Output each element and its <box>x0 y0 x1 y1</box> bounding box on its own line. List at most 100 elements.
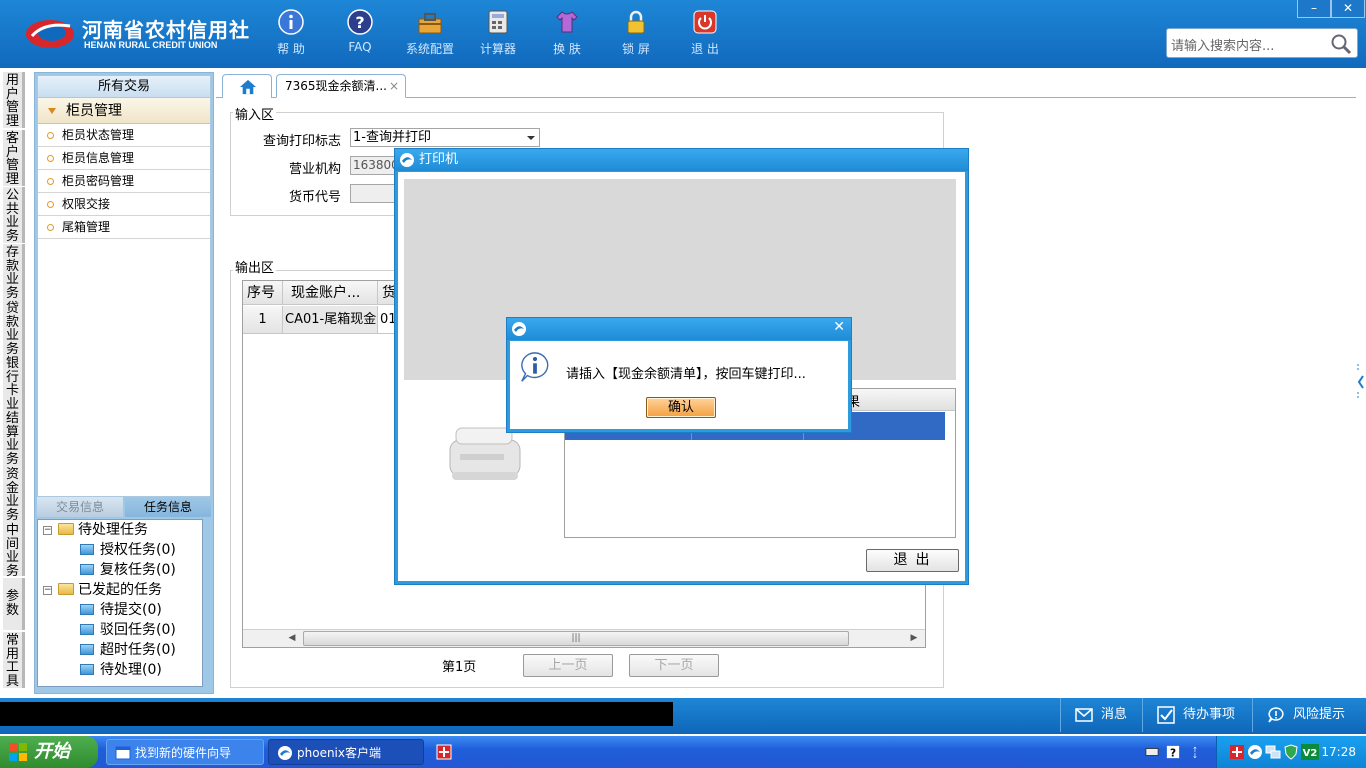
query-print-value: 1-查询并打印 <box>353 130 431 145</box>
currency-field[interactable] <box>350 184 396 203</box>
security-tray-icon[interactable] <box>1229 744 1245 760</box>
menu-item-cashbox[interactable]: 尾箱管理 <box>38 216 210 239</box>
keyboard-icon[interactable] <box>1145 745 1159 759</box>
collapse-icon[interactable]: − <box>43 526 52 535</box>
tree-node-label: 授权任务(0) <box>100 542 176 558</box>
column-header-seq[interactable]: 序号 <box>243 281 283 305</box>
tree-node-initiated[interactable]: 已发起的任务 <box>58 580 162 600</box>
tab-cash-balance[interactable]: 7365现金余额清... × <box>276 74 406 98</box>
query-print-label: 查询打印标志 <box>262 134 341 149</box>
help-tray-icon[interactable]: ? <box>1166 745 1180 759</box>
confirm-ok-button[interactable]: 确认 <box>646 397 716 418</box>
tree-node-auth[interactable]: 授权任务(0) <box>80 540 176 560</box>
next-page-button[interactable]: 下一页 <box>629 654 719 677</box>
menu-item-permission-handover[interactable]: 权限交接 <box>38 193 210 216</box>
all-transactions-header[interactable]: 所有交易 <box>38 76 210 98</box>
category-settlement[interactable]: 结算业务 <box>3 410 25 466</box>
tree-node-label: 待提交(0) <box>100 602 162 618</box>
category-funds[interactable]: 资金业务 <box>3 466 25 522</box>
tree-node-review[interactable]: 复核任务(0) <box>80 560 176 580</box>
ime-icon[interactable]: ↑↓ <box>1188 744 1202 760</box>
tree-node-to-process[interactable]: 待处理(0) <box>80 660 162 680</box>
search-input[interactable]: 请输入搜索内容... <box>1171 35 1274 54</box>
info-icon <box>521 352 549 382</box>
bullet-icon <box>47 155 54 162</box>
scrollbar-thumb[interactable]: ||| <box>303 631 849 646</box>
scroll-right-icon[interactable]: ▶ <box>905 630 923 647</box>
phoenix-app-icon <box>512 322 526 336</box>
calculator-tool[interactable]: 计算器 <box>463 8 533 57</box>
shield-icon[interactable] <box>1283 744 1299 760</box>
search-icon[interactable] <box>1329 32 1353 56</box>
horizontal-scrollbar[interactable]: ◀ ||| ▶ <box>243 629 925 647</box>
menu-item-teller-info[interactable]: 柜员信息管理 <box>38 147 210 170</box>
config-tool[interactable]: 系统配置 <box>395 8 465 57</box>
tree-node-label: 复核任务(0) <box>100 562 176 578</box>
tab-cash-balance-label: 7365现金余额清... <box>285 79 387 93</box>
confirm-message: 请插入【现金余额清单】，按回车键打印... <box>566 367 806 382</box>
network-icon[interactable] <box>1265 744 1281 760</box>
help-tool[interactable]: 帮 助 <box>256 8 326 57</box>
status-bar: 消息 待办事项 风险提示 <box>0 698 1366 734</box>
faq-tool[interactable]: ? FAQ <box>325 8 395 54</box>
quick-launch-icon[interactable] <box>436 744 452 760</box>
right-collapse-strip[interactable] <box>1356 68 1366 698</box>
tab-task-info[interactable]: 任务信息 <box>125 497 211 517</box>
column-header-cash-account[interactable]: 现金账户... <box>283 281 378 305</box>
tab-transaction-info[interactable]: 交易信息 <box>37 497 123 517</box>
page-indicator: 第1页 <box>442 660 477 675</box>
category-customer-mgmt[interactable]: 客户管理 <box>3 130 25 186</box>
menu-item-teller-password[interactable]: 柜员密码管理 <box>38 170 210 193</box>
teller-mgmt-group[interactable]: 柜员管理 <box>38 98 210 124</box>
lock-tool[interactable]: 锁 屏 <box>601 8 671 57</box>
category-bar: 用户管理 客户管理 公共业务 存款业务 贷款业务 银行卡业务 结算业务 资金业务… <box>0 70 30 688</box>
search-box[interactable]: 请输入搜索内容... <box>1166 28 1358 58</box>
tree-node-to-submit[interactable]: 待提交(0) <box>80 600 162 620</box>
close-window-button[interactable]: ✕ <box>1331 0 1365 18</box>
category-common-tools[interactable]: 常用工具 <box>3 632 25 688</box>
category-deposit[interactable]: 存款业务 <box>3 244 25 300</box>
v2-tray-icon[interactable]: V2 <box>1301 744 1319 760</box>
todo-button[interactable]: 待办事项 <box>1142 698 1252 732</box>
category-intermediate[interactable]: 中间业务 <box>3 522 25 578</box>
tree-node-pending[interactable]: 待处理任务 <box>58 520 148 540</box>
messages-button[interactable]: 消息 <box>1060 698 1142 732</box>
tree-node-timeout[interactable]: 超时任务(0) <box>80 640 176 660</box>
task-icon <box>80 624 94 635</box>
expand-arrow-icon <box>48 108 56 114</box>
category-user-mgmt[interactable]: 用户管理 <box>3 72 25 128</box>
cash-account-cell[interactable]: CA01-尾箱现金 <box>283 306 378 334</box>
row-number-cell[interactable]: 1 <box>243 306 283 334</box>
org-field[interactable]: 163800 <box>350 156 399 175</box>
prev-page-button[interactable]: 上一页 <box>523 654 613 677</box>
transaction-menu: 所有交易 柜员管理 柜员状态管理 柜员信息管理 柜员密码管理 权限交接 尾箱管理 <box>37 75 211 497</box>
close-tab-icon[interactable]: × <box>389 75 399 97</box>
minimize-button[interactable]: – <box>1297 0 1331 18</box>
scroll-left-icon[interactable]: ◀ <box>283 630 301 647</box>
confirm-dialog-title[interactable]: ✕ <box>507 318 851 340</box>
help-icon: ? <box>347 9 373 35</box>
printer-exit-button[interactable]: 退出 <box>866 549 959 572</box>
exit-tool[interactable]: 退 出 <box>670 8 740 57</box>
tree-node-label: 已发起的任务 <box>78 582 162 598</box>
collapse-icon[interactable]: − <box>43 586 52 595</box>
menu-item-label: 权限交接 <box>62 197 111 211</box>
menu-item-teller-status[interactable]: 柜员状态管理 <box>38 124 210 147</box>
query-print-select[interactable]: 1-查询并打印 <box>350 128 540 147</box>
skin-tool[interactable]: 换 肤 <box>532 8 602 57</box>
tab-home[interactable] <box>222 74 272 98</box>
category-bank-card[interactable]: 银行卡业务 <box>3 355 25 411</box>
risk-alert-button[interactable]: 风险提示 <box>1252 698 1356 732</box>
tree-node-rejected[interactable]: 驳回任务(0) <box>80 620 176 640</box>
printer-dialog-title[interactable]: 打印机 <box>395 149 968 171</box>
svg-text:V2: V2 <box>1303 748 1318 759</box>
phoenix-tray-icon[interactable] <box>1247 744 1263 760</box>
start-button[interactable]: 开始 <box>0 736 98 768</box>
category-public-business[interactable]: 公共业务 <box>3 187 25 243</box>
taskbar-item-hardware-wizard[interactable]: 找到新的硬件向导 <box>106 739 264 765</box>
category-loan[interactable]: 贷款业务 <box>3 300 25 356</box>
taskbar-item-phoenix[interactable]: phoenix客户端 <box>268 739 424 765</box>
task-icon <box>80 564 94 575</box>
category-params[interactable]: 参数 <box>3 578 25 630</box>
close-dialog-icon[interactable]: ✕ <box>833 319 845 335</box>
